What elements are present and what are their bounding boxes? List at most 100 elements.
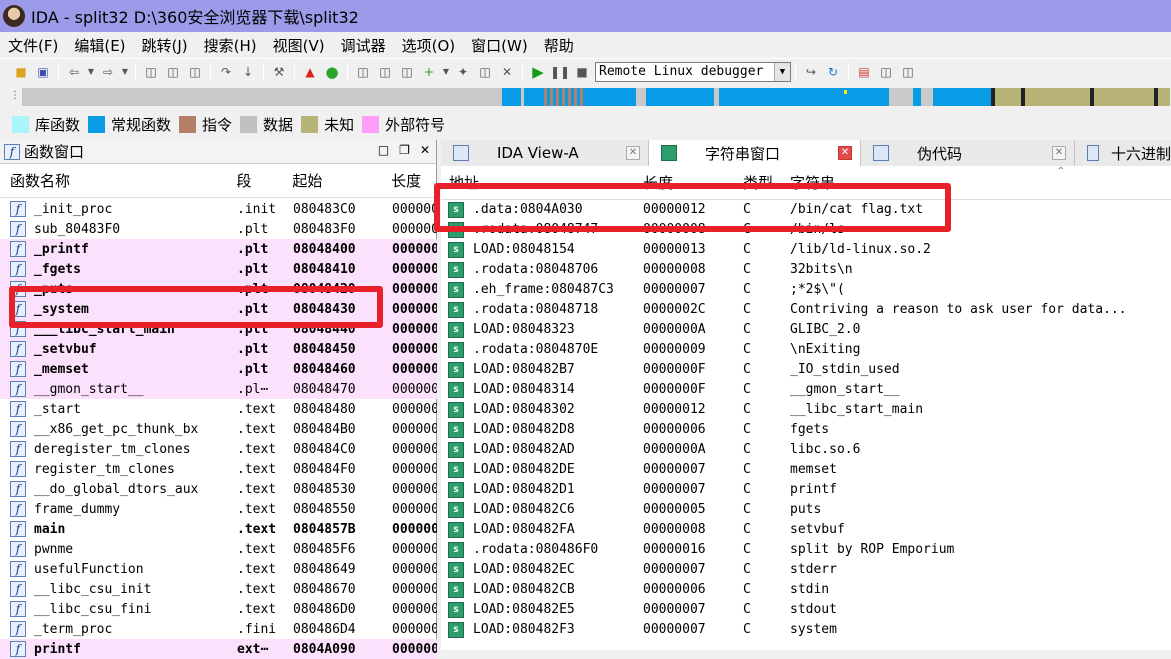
function-name: __x86_get_pc_thunk_bx <box>34 421 199 437</box>
function-row[interactable]: f _start .text 08048480 000000 <box>0 399 437 419</box>
down-arrow-icon[interactable]: ↓ <box>239 63 257 81</box>
stop-icon[interactable]: ■ <box>573 63 591 81</box>
function-row[interactable]: f __do_global_dtors_aux .text 08048530 00000… <box>0 479 437 499</box>
string-row[interactable]: s LOAD:080482B7 0000000F C _IO_stdin_used <box>441 359 1171 379</box>
tab-hex-view[interactable]: 十六进制 <box>1075 140 1171 166</box>
debugger-select[interactable]: Remote Linux debugger ▼ <box>595 61 791 82</box>
function-row[interactable]: f _fgets .plt 08048410 000000 <box>0 259 437 279</box>
chevron-down-icon[interactable]: ▼ <box>774 62 790 81</box>
warning-icon[interactable]: ▲ <box>301 63 319 81</box>
function-row[interactable]: f __x86_get_pc_thunk_bx .text 080484B0 00000… <box>0 419 437 439</box>
pane-float-icon[interactable]: ❐ <box>399 143 410 157</box>
add-plus-icon[interactable]: + <box>420 63 438 81</box>
col-function-name[interactable]: 函数名称 <box>0 170 236 191</box>
tab-ida-view-a[interactable]: IDA View-A ✕ <box>441 140 649 166</box>
forward-dropdown-icon[interactable]: ▼ <box>121 63 129 81</box>
undefine-x-icon[interactable]: ✕ <box>498 63 516 81</box>
function-row[interactable]: f deregister_tm_clones .text 080484C0 000000 <box>0 439 437 459</box>
menu-options[interactable]: 选项(O) <box>394 35 464 56</box>
navigation-track[interactable] <box>22 88 1170 106</box>
menu-view[interactable]: 视图(V) <box>265 35 333 56</box>
green-circle-icon[interactable]: ● <box>323 63 341 81</box>
string-row[interactable]: s LOAD:08048314 0000000F C __gmon_start__ <box>441 379 1171 399</box>
string-row[interactable]: s LOAD:08048323 0000000A C GLIBC_2.0 <box>441 319 1171 339</box>
function-row[interactable]: f __libc_csu_init .text 08048670 000000 <box>0 579 437 599</box>
breakpoint-list-icon[interactable]: ▤ <box>855 63 873 81</box>
binary-search-icon[interactable]: ◫ <box>142 63 160 81</box>
function-row[interactable]: f pwnme .text 080485F6 000000 <box>0 539 437 559</box>
function-row[interactable]: f frame_dummy .text 08048550 000000 <box>0 499 437 519</box>
string-address: .rodata:0804870E <box>473 341 599 357</box>
string-row[interactable]: s LOAD:080482F3 00000007 Csystem <box>441 619 1171 639</box>
string-row[interactable]: s .rodata:0804870E 00000009 C \nExiting <box>441 339 1171 359</box>
wand-icon[interactable]: ✦ <box>454 63 472 81</box>
step-into-icon[interactable]: ↪ <box>802 63 820 81</box>
navigation-band[interactable]: ⋮ <box>0 84 1171 110</box>
string-row[interactable]: s .rodata:08048706 00000008 C 32bits\n <box>441 259 1171 279</box>
string-row[interactable]: s .rodata:080486F0 00000016 Csplit by ROP E… <box>441 539 1171 559</box>
back-dropdown-icon[interactable]: ▼ <box>87 63 95 81</box>
string-row[interactable]: s LOAD:080482FA 00000008 Csetvbuf <box>441 519 1171 539</box>
close-icon[interactable]: ✕ <box>626 146 640 160</box>
string-row[interactable]: s LOAD:080482E5 00000007 Cstdout <box>441 599 1171 619</box>
menu-file[interactable]: 文件(F) <box>0 35 66 56</box>
string-row[interactable]: s LOAD:080482DE 00000007 Cmemset <box>441 459 1171 479</box>
string-row[interactable]: s .eh_frame:080487C3 00000007 C ;*2$\"( <box>441 279 1171 299</box>
save-icon[interactable]: ▣ <box>34 63 52 81</box>
function-row[interactable]: f __libc_csu_fini .text 080486D0 000000 <box>0 599 437 619</box>
define-string-icon[interactable]: ◫ <box>398 63 416 81</box>
pane-close-icon[interactable]: ✕ <box>420 143 430 157</box>
string-row[interactable]: s LOAD:08048302 00000012 C __libc_start_main <box>441 399 1171 419</box>
search-next-icon[interactable]: ↷ <box>217 63 235 81</box>
menu-help[interactable]: 帮助 <box>536 35 582 56</box>
string-row[interactable]: s LOAD:080482AD 0000000A Clibc.so.6 <box>441 439 1171 459</box>
function-row[interactable]: f __gmon_start__ .pl⋯ 08048470 000000 <box>0 379 437 399</box>
nav-handle-icon: ⋮ <box>10 90 20 101</box>
function-row[interactable]: f register_tm_clones .text 080484F0 000000 <box>0 459 437 479</box>
play-icon[interactable]: ▶ <box>529 63 547 81</box>
function-row[interactable]: f printf ext⋯ 0804A090 000000 <box>0 639 437 659</box>
string-row[interactable]: s LOAD:080482C6 00000005 Cputs <box>441 499 1171 519</box>
add-breakpoint-icon[interactable]: ◫ <box>877 63 895 81</box>
string-row[interactable]: s LOAD:080482EC 00000007 Cstderr <box>441 559 1171 579</box>
tab-strings-window[interactable]: 字符串窗口 ✕ <box>649 140 861 166</box>
tab-pseudocode[interactable]: 伪代码 ✕ <box>861 140 1075 166</box>
back-arrow-icon[interactable]: ⇦ <box>65 63 83 81</box>
pane-restore-icon[interactable]: □ <box>378 143 389 157</box>
immediate-search-icon[interactable]: ◫ <box>186 63 204 81</box>
step-over-icon[interactable]: ↻ <box>824 63 842 81</box>
close-icon[interactable]: ✕ <box>1052 146 1066 160</box>
menu-window[interactable]: 窗口(W) <box>463 35 536 56</box>
col-segment[interactable]: 段 <box>236 170 292 191</box>
define-data-icon[interactable]: ◫ <box>376 63 394 81</box>
function-row[interactable]: f _term_proc .fini 080486D4 000000 <box>0 619 437 639</box>
patch-icon[interactable]: ◫ <box>476 63 494 81</box>
string-row[interactable]: s LOAD:080482D8 00000006 Cfgets <box>441 419 1171 439</box>
menu-edit[interactable]: 编辑(E) <box>66 35 133 56</box>
pause-icon[interactable]: ❚❚ <box>550 63 570 81</box>
function-row[interactable]: f main .text 0804857B 000000 <box>0 519 437 539</box>
menu-jump[interactable]: 跳转(J) <box>134 35 196 56</box>
function-row[interactable]: f _init_proc .init 080483C0 000000 <box>0 199 437 219</box>
menu-debugger[interactable]: 调试器 <box>333 35 394 56</box>
function-row[interactable]: f usefulFunction .text 08048649 000000 <box>0 559 437 579</box>
tool-icon[interactable]: ⚒ <box>270 63 288 81</box>
string-row[interactable]: s LOAD:080482CB 00000006 Cstdin <box>441 579 1171 599</box>
col-start[interactable]: 起始 <box>292 170 391 191</box>
string-row[interactable]: s LOAD:08048154 00000013 C/lib/ld-linux.so.… <box>441 239 1171 259</box>
menu-search[interactable]: 搜索(H) <box>196 35 265 56</box>
text-search-icon[interactable]: ◫ <box>164 63 182 81</box>
forward-arrow-icon[interactable]: ⇨ <box>99 63 117 81</box>
col-length[interactable]: 长度 <box>391 170 436 191</box>
function-row[interactable]: f _memset .plt 08048460 000000 <box>0 359 437 379</box>
open-folder-icon[interactable]: ■ <box>12 63 30 81</box>
close-icon[interactable]: ✕ <box>838 146 852 160</box>
function-row[interactable]: f sub_80483F0 .plt 080483F0 000000 <box>0 219 437 239</box>
string-row[interactable]: s LOAD:080482D1 00000007 Cprintf <box>441 479 1171 499</box>
add-dropdown-icon[interactable]: ▼ <box>442 63 450 81</box>
function-row[interactable]: f _printf .plt 08048400 000000 <box>0 239 437 259</box>
function-row[interactable]: f _setvbuf .plt 08048450 000000 <box>0 339 437 359</box>
remove-breakpoint-icon[interactable]: ◫ <box>899 63 917 81</box>
string-row[interactable]: s .rodata:08048718 0000002C C Contriving a r… <box>441 299 1171 319</box>
define-code-icon[interactable]: ◫ <box>354 63 372 81</box>
